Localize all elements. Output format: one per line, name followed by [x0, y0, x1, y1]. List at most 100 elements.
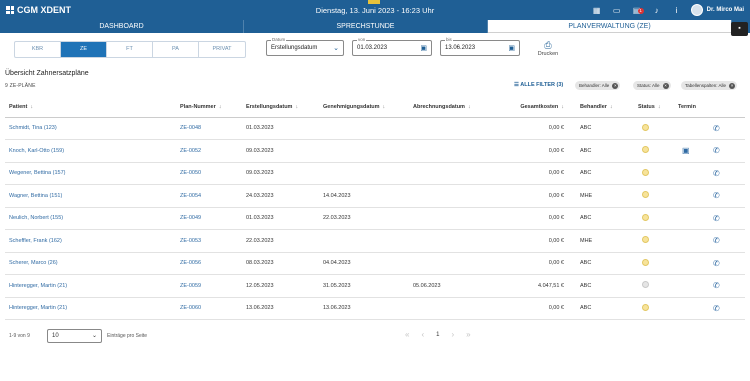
- billing-date-cell: [413, 207, 508, 230]
- segment-ze[interactable]: ZE: [61, 42, 107, 57]
- column-header[interactable]: Patient ↓: [5, 97, 180, 118]
- calendar-icon[interactable]: ▣: [420, 44, 427, 52]
- phone-icon[interactable]: ✆: [713, 214, 720, 223]
- phone-icon[interactable]: ✆: [713, 146, 720, 155]
- status-cell: [638, 274, 678, 298]
- date-type-label: Datum: [271, 37, 287, 42]
- column-header[interactable]: Erstellungsdatum ↓: [246, 97, 323, 118]
- segment-ft[interactable]: FT: [107, 42, 153, 57]
- table-row[interactable]: Hinteregger, Martin (21) ZE-0060 13.06.202…: [5, 297, 745, 320]
- status-cell: [638, 162, 678, 185]
- patient-cell[interactable]: Knoch, Karl-Otto (159): [5, 139, 180, 163]
- column-header[interactable]: Behandler ↓: [576, 97, 638, 118]
- sort-arrow-icon[interactable]: ↓: [468, 104, 471, 110]
- column-header[interactable]: Status ↓: [638, 97, 678, 118]
- filter-chip-spalten[interactable]: Tabellenspalten: Alle ×: [681, 81, 738, 90]
- sort-arrow-icon[interactable]: ↓: [295, 104, 298, 110]
- patient-cell[interactable]: Scherer, Marco (26): [5, 252, 180, 275]
- patient-cell[interactable]: Scheffler, Frank (162): [5, 229, 180, 253]
- status-cell: [638, 229, 678, 253]
- segment-privat[interactable]: PRIVAT: [199, 42, 245, 57]
- phone-icon[interactable]: ✆: [713, 191, 720, 200]
- segment-kbr[interactable]: KBR: [15, 42, 61, 57]
- date-type-value: Erstellungsdatum: [271, 45, 318, 51]
- sort-arrow-icon[interactable]: ↓: [561, 104, 564, 110]
- patient-cell[interactable]: Schmidt, Tina (123): [5, 117, 180, 140]
- sort-arrow-icon[interactable]: ↓: [219, 104, 222, 110]
- approval-date-cell: [323, 139, 413, 163]
- plan-number-cell[interactable]: ZE-0049: [180, 207, 246, 230]
- table-row[interactable]: Schmidt, Tina (123) ZE-0048 01.03.2023 0,00…: [5, 117, 745, 140]
- sort-arrow-icon[interactable]: ↓: [30, 104, 33, 110]
- close-icon[interactable]: ×: [729, 82, 736, 89]
- plan-number-cell[interactable]: ZE-0050: [180, 162, 246, 185]
- plan-number-cell[interactable]: ZE-0059: [180, 274, 246, 298]
- total-cost-cell: 0,00 €: [508, 139, 576, 163]
- result-range: 1-9 von 9: [9, 333, 30, 339]
- tab-dashboard[interactable]: DASHBOARD: [0, 20, 244, 33]
- first-page-icon[interactable]: «: [405, 330, 409, 339]
- chevron-down-icon: ⌄: [333, 45, 339, 52]
- table-row[interactable]: Neulich, Norbert (155) ZE-0049 01.03.2023 2…: [5, 207, 745, 230]
- date-to-value: 13.06.2023: [445, 45, 476, 51]
- plan-number-cell[interactable]: ZE-0053: [180, 229, 246, 253]
- next-page-icon[interactable]: ›: [451, 330, 454, 339]
- last-page-icon[interactable]: »: [466, 330, 470, 339]
- phone-icon[interactable]: ✆: [713, 236, 720, 245]
- filter-chip-status[interactable]: Status: Alle ×: [633, 81, 671, 90]
- segment-pa[interactable]: PA: [153, 42, 199, 57]
- sort-arrow-icon[interactable]: ↓: [610, 104, 613, 110]
- grid-view-icon[interactable]: ▦: [587, 6, 607, 15]
- all-filters-button[interactable]: ☰ ALLE FILTER (3): [514, 82, 563, 88]
- plan-number-cell[interactable]: ZE-0060: [180, 297, 246, 320]
- plan-number-cell[interactable]: ZE-0054: [180, 184, 246, 208]
- table-row[interactable]: Scheffler, Frank (162) ZE-0053 22.03.2023 0…: [5, 229, 745, 253]
- prev-page-icon[interactable]: ‹: [421, 330, 424, 339]
- phone-icon[interactable]: ✆: [713, 304, 720, 313]
- phone-icon[interactable]: ✆: [713, 281, 720, 290]
- close-icon[interactable]: ×: [662, 82, 669, 89]
- filter-chip-behandler[interactable]: Behandler: Alle ×: [575, 81, 621, 90]
- phone-icon[interactable]: ✆: [713, 124, 720, 133]
- sort-arrow-icon[interactable]: ↓: [383, 104, 386, 110]
- column-header[interactable]: Genehmigungsdatum ↓: [323, 97, 413, 118]
- date-from-field[interactable]: von 01.03.2023 ▣: [352, 37, 432, 56]
- column-header[interactable]: Gesamtkosten ↓: [508, 97, 576, 118]
- print-button[interactable]: ⎙ Drucken: [537, 40, 559, 57]
- created-date-cell: 13.06.2023: [246, 297, 323, 320]
- table-row[interactable]: Knoch, Karl-Otto (159) ZE-0052 09.03.2023 0…: [5, 139, 745, 163]
- patient-cell[interactable]: Hinteregger, Martin (21): [5, 297, 180, 320]
- date-type-select[interactable]: Datum Erstellungsdatum ⌄: [266, 37, 344, 56]
- bell-icon[interactable]: ♪: [647, 6, 667, 15]
- column-header[interactable]: Plan-Nummer ↓: [180, 97, 246, 118]
- card-icon[interactable]: ▭: [607, 6, 627, 15]
- table-row[interactable]: Wegener, Bettina (157) ZE-0050 09.03.2023 0…: [5, 162, 745, 185]
- appointment-icon[interactable]: ▣: [682, 146, 690, 155]
- current-page[interactable]: 1: [436, 332, 439, 338]
- tasks-icon[interactable]: ▤ 1: [627, 6, 647, 15]
- plan-number-cell[interactable]: ZE-0052: [180, 139, 246, 163]
- table-row[interactable]: Hinteregger, Martin (21) ZE-0059 12.05.202…: [5, 274, 745, 298]
- pull-tab[interactable]: [368, 0, 380, 4]
- patient-cell[interactable]: Wagner, Bettina (151): [5, 184, 180, 208]
- patient-cell[interactable]: Neulich, Norbert (155): [5, 207, 180, 230]
- plan-number-cell[interactable]: ZE-0056: [180, 252, 246, 275]
- tab-planverwaltung[interactable]: PLANVERWALTUNG (ZE): [488, 20, 732, 33]
- tab-sprechstunde[interactable]: SPRECHSTUNDE: [244, 20, 488, 33]
- phone-icon[interactable]: ✆: [713, 259, 720, 268]
- patient-cell[interactable]: Wegener, Bettina (157): [5, 162, 180, 185]
- per-page-select[interactable]: 10 ⌄: [47, 329, 102, 343]
- plan-number-cell[interactable]: ZE-0048: [180, 117, 246, 140]
- dentist-cell: MHE: [576, 229, 638, 253]
- column-header[interactable]: Abrechnungsdatum ↓: [413, 97, 508, 118]
- date-to-field[interactable]: bis 13.06.2023 ▣: [440, 37, 520, 56]
- info-icon[interactable]: i: [667, 6, 687, 15]
- table-row[interactable]: Wagner, Bettina (151) ZE-0054 24.03.2023 14…: [5, 184, 745, 208]
- phone-icon[interactable]: ✆: [713, 169, 720, 178]
- table-row[interactable]: Scherer, Marco (26) ZE-0056 08.03.2023 04.0…: [5, 252, 745, 275]
- calendar-icon[interactable]: ▣: [508, 44, 515, 52]
- close-icon[interactable]: ×: [612, 82, 619, 89]
- sort-arrow-icon[interactable]: ↓: [658, 104, 661, 110]
- patient-cell[interactable]: Hinteregger, Martin (21): [5, 274, 180, 298]
- user-menu[interactable]: Dr. Mirco Mai: [687, 4, 750, 16]
